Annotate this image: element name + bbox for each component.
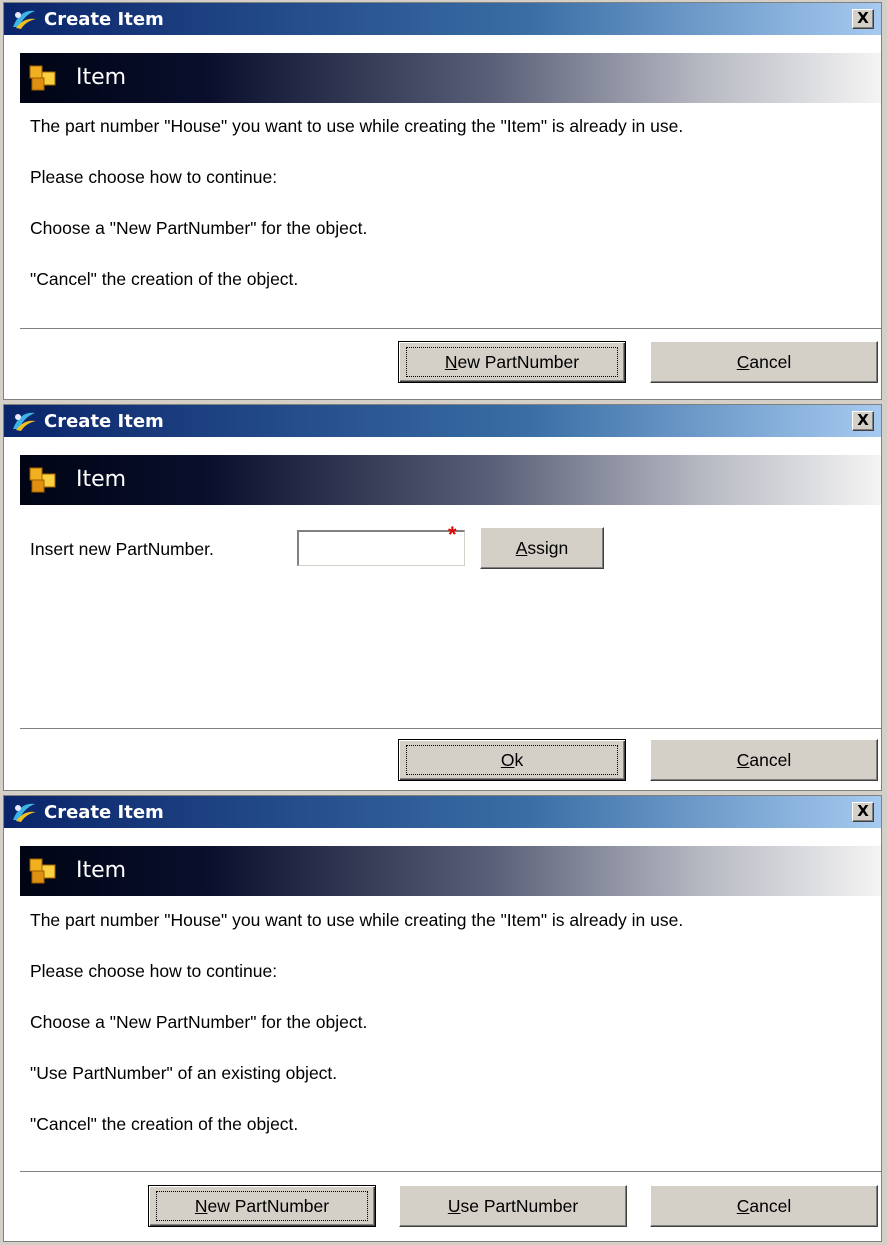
window-title: Create Item — [44, 411, 164, 432]
app-logo-icon — [13, 803, 36, 822]
partnumber-field-label: Insert new PartNumber. — [30, 539, 214, 559]
conflict-message: The part number "House" you want to use … — [30, 116, 684, 136]
header-title: Item — [76, 858, 127, 883]
close-button[interactable]: X — [852, 411, 874, 431]
create-item-dialog-conflict-use: Create Item X Item The part number "Hous… — [3, 795, 882, 1242]
cancel-button[interactable]: Cancel — [650, 341, 878, 383]
app-logo-icon — [13, 10, 36, 29]
item-cubes-icon — [29, 858, 56, 884]
close-button[interactable]: X — [852, 9, 874, 29]
instruction-text: Please choose how to continue: — [30, 167, 278, 187]
close-icon: X — [857, 802, 869, 820]
title-bar[interactable]: Create Item X — [4, 3, 881, 35]
create-item-dialog-new-partnumber: Create Item X Item Insert new PartNumber… — [3, 404, 882, 791]
item-header: Item — [20, 53, 881, 103]
cancel-button[interactable]: Cancel — [650, 1185, 878, 1227]
item-header: Item — [20, 455, 881, 505]
header-title: Item — [76, 467, 127, 492]
close-icon: X — [857, 9, 869, 27]
header-title: Item — [76, 65, 127, 90]
divider — [20, 328, 881, 330]
title-bar[interactable]: Create Item X — [4, 405, 881, 437]
conflict-message: The part number "House" you want to use … — [30, 910, 684, 930]
app-logo-icon — [13, 412, 36, 431]
instruction-text: Please choose how to continue: — [30, 961, 278, 981]
cancel-button[interactable]: Cancel — [650, 739, 878, 781]
use-partnumber-button[interactable]: Use PartNumber — [399, 1185, 627, 1227]
option-new-partnumber-text: Choose a "New PartNumber" for the object… — [30, 1012, 368, 1032]
option-cancel-text: "Cancel" the creation of the object. — [30, 1114, 299, 1134]
close-icon: X — [857, 411, 869, 429]
partnumber-input[interactable] — [297, 530, 465, 566]
ok-button[interactable]: Ok — [398, 739, 626, 781]
close-button[interactable]: X — [852, 802, 874, 822]
item-cubes-icon — [29, 65, 56, 91]
title-bar[interactable]: Create Item X — [4, 796, 881, 828]
item-cubes-icon — [29, 467, 56, 493]
divider — [20, 728, 881, 730]
option-new-partnumber-text: Choose a "New PartNumber" for the object… — [30, 218, 368, 238]
window-title: Create Item — [44, 9, 164, 30]
new-partnumber-button[interactable]: New PartNumber — [148, 1185, 376, 1227]
assign-button[interactable]: Assign — [480, 527, 604, 569]
divider — [20, 1171, 881, 1173]
option-cancel-text: "Cancel" the creation of the object. — [30, 269, 299, 289]
new-partnumber-button[interactable]: New PartNumber — [398, 341, 626, 383]
item-header: Item — [20, 846, 881, 896]
create-item-dialog-conflict: Create Item X Item The part number "Hous… — [3, 2, 882, 400]
option-use-partnumber-text: "Use PartNumber" of an existing object. — [30, 1063, 338, 1083]
window-title: Create Item — [44, 802, 164, 823]
required-icon: * — [448, 522, 457, 547]
